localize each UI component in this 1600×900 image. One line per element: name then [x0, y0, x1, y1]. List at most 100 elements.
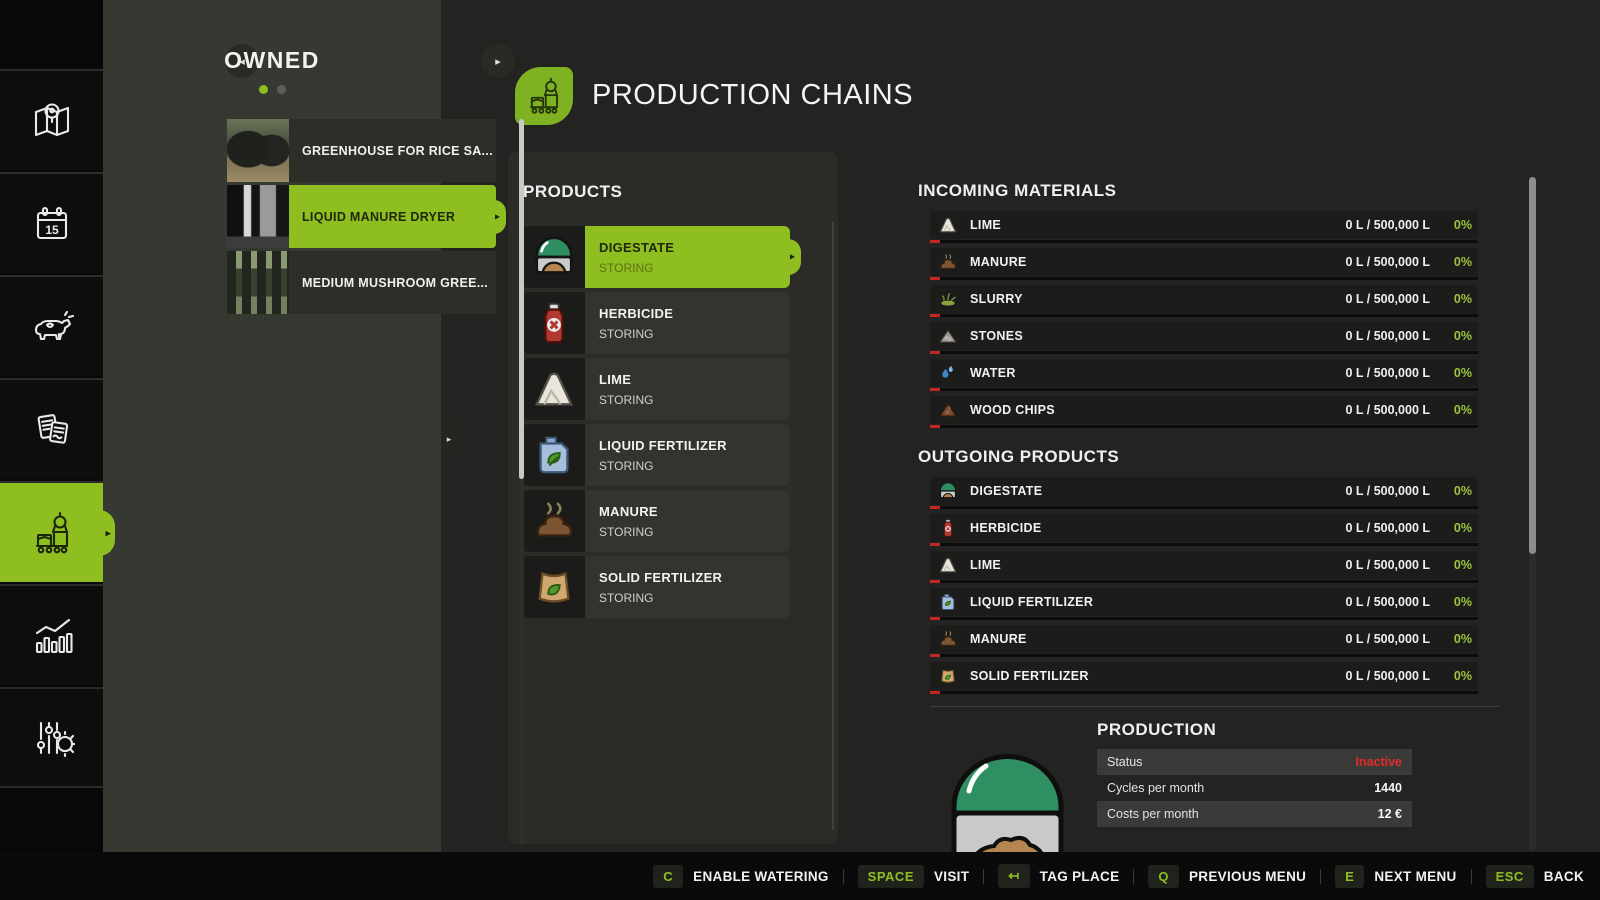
- owned-item-liquid-manure-dryer[interactable]: LIQUID MANURE DRYER ▸: [227, 185, 496, 248]
- production-row-costs: Costs per month 12 €: [1097, 801, 1412, 827]
- liquid-fertilizer-icon: [938, 592, 958, 612]
- product-status: STORING: [599, 591, 790, 605]
- water-icon: [938, 363, 958, 383]
- hint-separator: [843, 869, 844, 884]
- hint-label: PREVIOUS MENU: [1189, 869, 1306, 884]
- product-percent: 0%: [1430, 669, 1472, 683]
- product-item-solid-fertilizer[interactable]: SOLID FERTILIZER STORING: [523, 556, 790, 618]
- incoming-materials-heading: INCOMING MATERIALS: [918, 181, 1117, 201]
- hint-enable-watering[interactable]: C ENABLE WATERING: [653, 865, 828, 888]
- hint-separator: [1320, 869, 1321, 884]
- page-dot-inactive[interactable]: [277, 85, 286, 94]
- main-menu-sidebar: 15 ▸: [0, 0, 103, 852]
- calendar-icon: 15: [29, 201, 75, 247]
- fill-bar: [930, 654, 1478, 657]
- product-status: STORING: [599, 261, 790, 275]
- sidebar-item-calendar[interactable]: 15: [0, 172, 103, 273]
- fill-bar: [930, 277, 1478, 280]
- product-name: LIME: [599, 372, 790, 387]
- product-item-liquid-fertilizer[interactable]: LIQUID FERTILIZER STORING: [523, 424, 790, 486]
- product-item-manure[interactable]: MANURE STORING: [523, 490, 790, 552]
- key-space[interactable]: SPACE: [858, 865, 924, 888]
- outgoing-products-list: DIGESTATE 0 L / 500,000 L 0% HERBICIDE 0…: [930, 477, 1478, 699]
- product-item-herbicide[interactable]: HERBICIDE STORING: [523, 292, 790, 354]
- materials-scrollbar-thumb[interactable]: [1529, 177, 1536, 554]
- key-e[interactable]: E: [1335, 865, 1364, 888]
- hint-next-menu[interactable]: E NEXT MENU: [1335, 865, 1456, 888]
- product-status: STORING: [599, 459, 790, 473]
- fill-bar: [930, 314, 1478, 317]
- hint-back[interactable]: ESC BACK: [1486, 865, 1584, 888]
- lime-icon: [938, 555, 958, 575]
- hint-tag-place[interactable]: ↤ TAG PLACE: [998, 864, 1119, 888]
- cycles-value: 1440: [1374, 781, 1402, 795]
- product-item-digestate[interactable]: DIGESTATE STORING ▸: [523, 226, 790, 288]
- product-row-solid-fertilizer: SOLID FERTILIZER 0 L / 500,000 L 0%: [930, 662, 1478, 690]
- product-percent: 0%: [1430, 632, 1472, 646]
- status-value: Inactive: [1355, 755, 1402, 769]
- material-percent: 0%: [1430, 292, 1472, 306]
- material-percent: 0%: [1430, 255, 1472, 269]
- hint-visit[interactable]: SPACE VISIT: [858, 865, 970, 888]
- digestate-icon: [531, 234, 577, 280]
- owned-next-button[interactable]: ▸: [481, 44, 515, 78]
- key-c[interactable]: C: [653, 865, 683, 888]
- production-table: Status Inactive Cycles per month 1440 Co…: [1097, 749, 1412, 827]
- products-heading: PRODUCTS: [523, 182, 622, 202]
- material-percent: 0%: [1430, 366, 1472, 380]
- product-name: DIGESTATE: [970, 484, 1042, 498]
- material-amount: 0 L / 500,000 L: [1345, 403, 1430, 417]
- key-esc[interactable]: ESC: [1486, 865, 1534, 888]
- wood-chips-icon: [938, 400, 958, 420]
- sidebar-item-settings[interactable]: [0, 687, 103, 788]
- owned-scrollbar: [519, 119, 524, 845]
- key-tab-icon[interactable]: ↤: [998, 864, 1029, 888]
- products-scrollbar[interactable]: [832, 222, 834, 830]
- product-name: DIGESTATE: [599, 240, 790, 255]
- hint-label: VISIT: [934, 869, 969, 884]
- product-item-lime[interactable]: LIME STORING: [523, 358, 790, 420]
- cow-icon: [29, 304, 75, 350]
- product-row-lime: LIME 0 L / 500,000 L 0%: [930, 551, 1478, 579]
- production-chains-badge: [515, 67, 573, 125]
- product-name: HERBICIDE: [599, 306, 790, 321]
- product-name: LIQUID FERTILIZER: [970, 595, 1093, 609]
- key-q[interactable]: Q: [1148, 865, 1179, 888]
- products-panel: PRODUCTS DIGESTATE STORING ▸: [508, 152, 838, 844]
- owned-scrollbar-thumb[interactable]: [519, 119, 524, 479]
- fill-bar: [930, 617, 1478, 620]
- sidebar-item-contracts[interactable]: [0, 378, 103, 479]
- owned-item-label: GREENHOUSE FOR RICE SA...: [302, 144, 493, 158]
- sidebar-item-statistics[interactable]: [0, 584, 103, 685]
- products-list: DIGESTATE STORING ▸ HERBICIDE STORING: [523, 226, 790, 622]
- greenhouse-rice-thumbnail: [227, 119, 289, 182]
- fill-bar: [930, 351, 1478, 354]
- selected-product-arrow-icon: ▸: [790, 252, 795, 263]
- page-dot-active[interactable]: [259, 85, 268, 94]
- product-amount: 0 L / 500,000 L: [1345, 484, 1430, 498]
- sidebar-item-map[interactable]: [0, 69, 103, 170]
- hint-previous-menu[interactable]: Q PREVIOUS MENU: [1148, 865, 1306, 888]
- owned-item-mushroom-greenhouse[interactable]: MEDIUM MUSHROOM GREE...: [227, 251, 496, 314]
- owned-list: GREENHOUSE FOR RICE SA... LIQUID MANURE …: [227, 119, 496, 317]
- panel-collapse-handle[interactable]: ▸: [441, 420, 457, 458]
- material-row-slurry: SLURRY 0 L / 500,000 L 0%: [930, 285, 1478, 313]
- product-name: MANURE: [599, 504, 790, 519]
- owned-panel-title: OWNED: [103, 47, 441, 74]
- hint-label: BACK: [1544, 869, 1584, 884]
- product-amount: 0 L / 500,000 L: [1345, 669, 1430, 683]
- product-percent: 0%: [1430, 595, 1472, 609]
- product-percent: 0%: [1430, 521, 1472, 535]
- sidebar-item-production[interactable]: ▸: [0, 481, 103, 582]
- sidebar-item-animals[interactable]: [0, 275, 103, 376]
- materials-scrollbar: [1529, 177, 1536, 850]
- material-percent: 0%: [1430, 403, 1472, 417]
- hint-separator: [983, 869, 984, 884]
- owned-item-label: MEDIUM MUSHROOM GREE...: [302, 276, 488, 290]
- slurry-icon: [938, 289, 958, 309]
- owned-item-greenhouse-rice[interactable]: GREENHOUSE FOR RICE SA...: [227, 119, 496, 182]
- fill-bar: [930, 580, 1478, 583]
- costs-value: 12 €: [1378, 807, 1402, 821]
- lime-icon: [938, 215, 958, 235]
- row-label: Status: [1107, 755, 1355, 769]
